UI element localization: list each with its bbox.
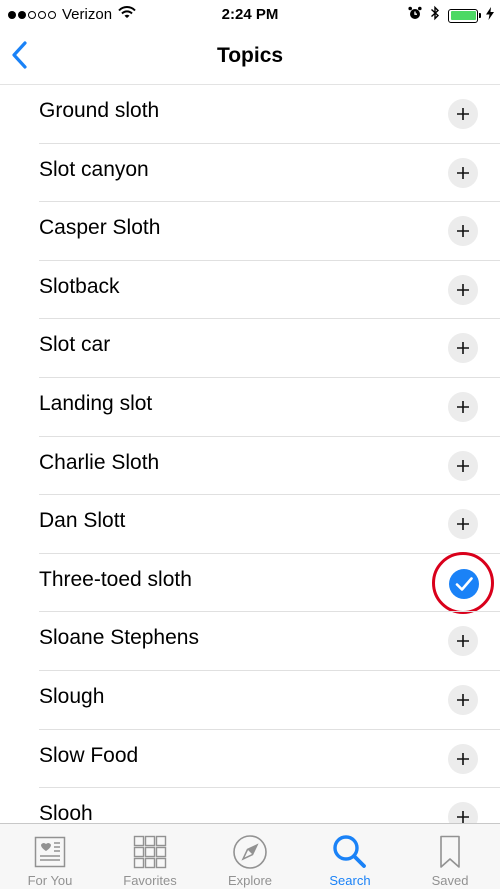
add-topic-button[interactable] xyxy=(448,392,478,422)
navigation-bar: Topics xyxy=(0,30,500,85)
topic-row[interactable]: Slough xyxy=(0,671,500,730)
topic-label: Three-toed sloth xyxy=(39,567,192,591)
battery-icon xyxy=(448,8,481,23)
add-topic-button[interactable] xyxy=(448,509,478,540)
plus-icon xyxy=(457,518,469,531)
tab-saved[interactable]: Saved xyxy=(400,824,500,890)
topic-row[interactable]: Three-toed sloth xyxy=(0,551,500,614)
plus-icon xyxy=(457,811,469,823)
plus-icon xyxy=(457,108,469,120)
add-topic-button[interactable] xyxy=(448,743,478,774)
plus-icon xyxy=(457,401,469,413)
topic-label: Slow Food xyxy=(39,743,139,767)
add-topic-button[interactable] xyxy=(448,216,478,247)
battery-level xyxy=(450,11,476,20)
tab-bar: For You Favorites Explore Search Saved xyxy=(0,823,500,889)
topic-row[interactable]: Slotback xyxy=(0,261,500,320)
topic-row[interactable]: Landing slot xyxy=(0,378,500,437)
page-title: Topics xyxy=(216,44,284,67)
tab-label: Explore xyxy=(227,873,273,888)
plus-icon xyxy=(457,342,469,355)
topic-row[interactable]: Slow Food xyxy=(0,730,500,789)
topic-row[interactable]: Slooh xyxy=(0,788,500,823)
topic-label: Slotback xyxy=(39,274,120,298)
tab-favorites[interactable]: Favorites xyxy=(100,824,200,890)
add-topic-button[interactable] xyxy=(448,450,478,481)
topic-row[interactable]: Slot car xyxy=(0,319,500,378)
checkmark-icon xyxy=(455,576,473,591)
topic-row[interactable]: Casper Sloth xyxy=(0,202,500,261)
charging-icon xyxy=(486,6,494,25)
plus-icon xyxy=(457,752,469,765)
add-topic-button[interactable] xyxy=(448,333,478,364)
newspaper-icon xyxy=(30,832,70,872)
compass-icon xyxy=(230,832,270,872)
topic-row[interactable]: Ground sloth xyxy=(0,85,500,144)
tab-label: Search xyxy=(329,873,371,888)
add-topic-button[interactable] xyxy=(448,685,478,715)
topic-row[interactable]: Dan Slott xyxy=(0,495,500,554)
search-icon xyxy=(330,832,370,872)
plus-icon xyxy=(457,225,469,238)
followed-topic-button[interactable] xyxy=(449,568,479,599)
tab-for-you[interactable]: For You xyxy=(0,824,100,890)
plus-icon xyxy=(457,459,469,472)
topic-label: Casper Sloth xyxy=(39,216,161,240)
grid-icon xyxy=(130,832,170,872)
topic-label: Landing slot xyxy=(39,392,153,415)
topic-list[interactable]: Ground sloth Slot canyon Casper Sloth Slotb… xyxy=(0,85,500,823)
tab-label: Saved xyxy=(431,873,469,888)
status-bar: Verizon 2:24 PM xyxy=(0,0,500,30)
topic-label: Ground sloth xyxy=(39,99,160,122)
topic-label: Slot car xyxy=(39,333,111,357)
add-topic-button[interactable] xyxy=(448,274,478,305)
plus-icon xyxy=(457,166,469,179)
bluetooth-icon xyxy=(430,5,440,26)
plus-icon xyxy=(457,635,469,648)
add-topic-button[interactable] xyxy=(448,157,478,188)
tab-label: Favorites xyxy=(123,873,177,888)
topic-label: Slot canyon xyxy=(39,157,149,181)
alarm-icon xyxy=(408,6,422,25)
topic-label: Slooh xyxy=(39,802,93,823)
plus-icon xyxy=(457,283,469,296)
topic-row[interactable]: Slot canyon xyxy=(0,144,500,203)
topic-label: Slough xyxy=(39,685,105,708)
topic-row[interactable]: Sloane Stephens xyxy=(0,612,500,671)
add-topic-button[interactable] xyxy=(448,99,478,129)
topic-label: Sloane Stephens xyxy=(39,626,199,650)
tab-label: For You xyxy=(27,873,73,888)
bookmark-icon xyxy=(430,832,470,872)
status-icons xyxy=(408,5,494,26)
add-topic-button[interactable] xyxy=(448,626,478,657)
plus-icon xyxy=(457,694,469,706)
tab-search[interactable]: Search xyxy=(300,824,400,890)
tab-explore[interactable]: Explore xyxy=(200,824,300,890)
topic-row[interactable]: Charlie Sloth xyxy=(0,437,500,496)
topic-label: Dan Slott xyxy=(39,509,126,533)
add-topic-button[interactable] xyxy=(448,802,478,823)
topic-label: Charlie Sloth xyxy=(39,450,160,474)
